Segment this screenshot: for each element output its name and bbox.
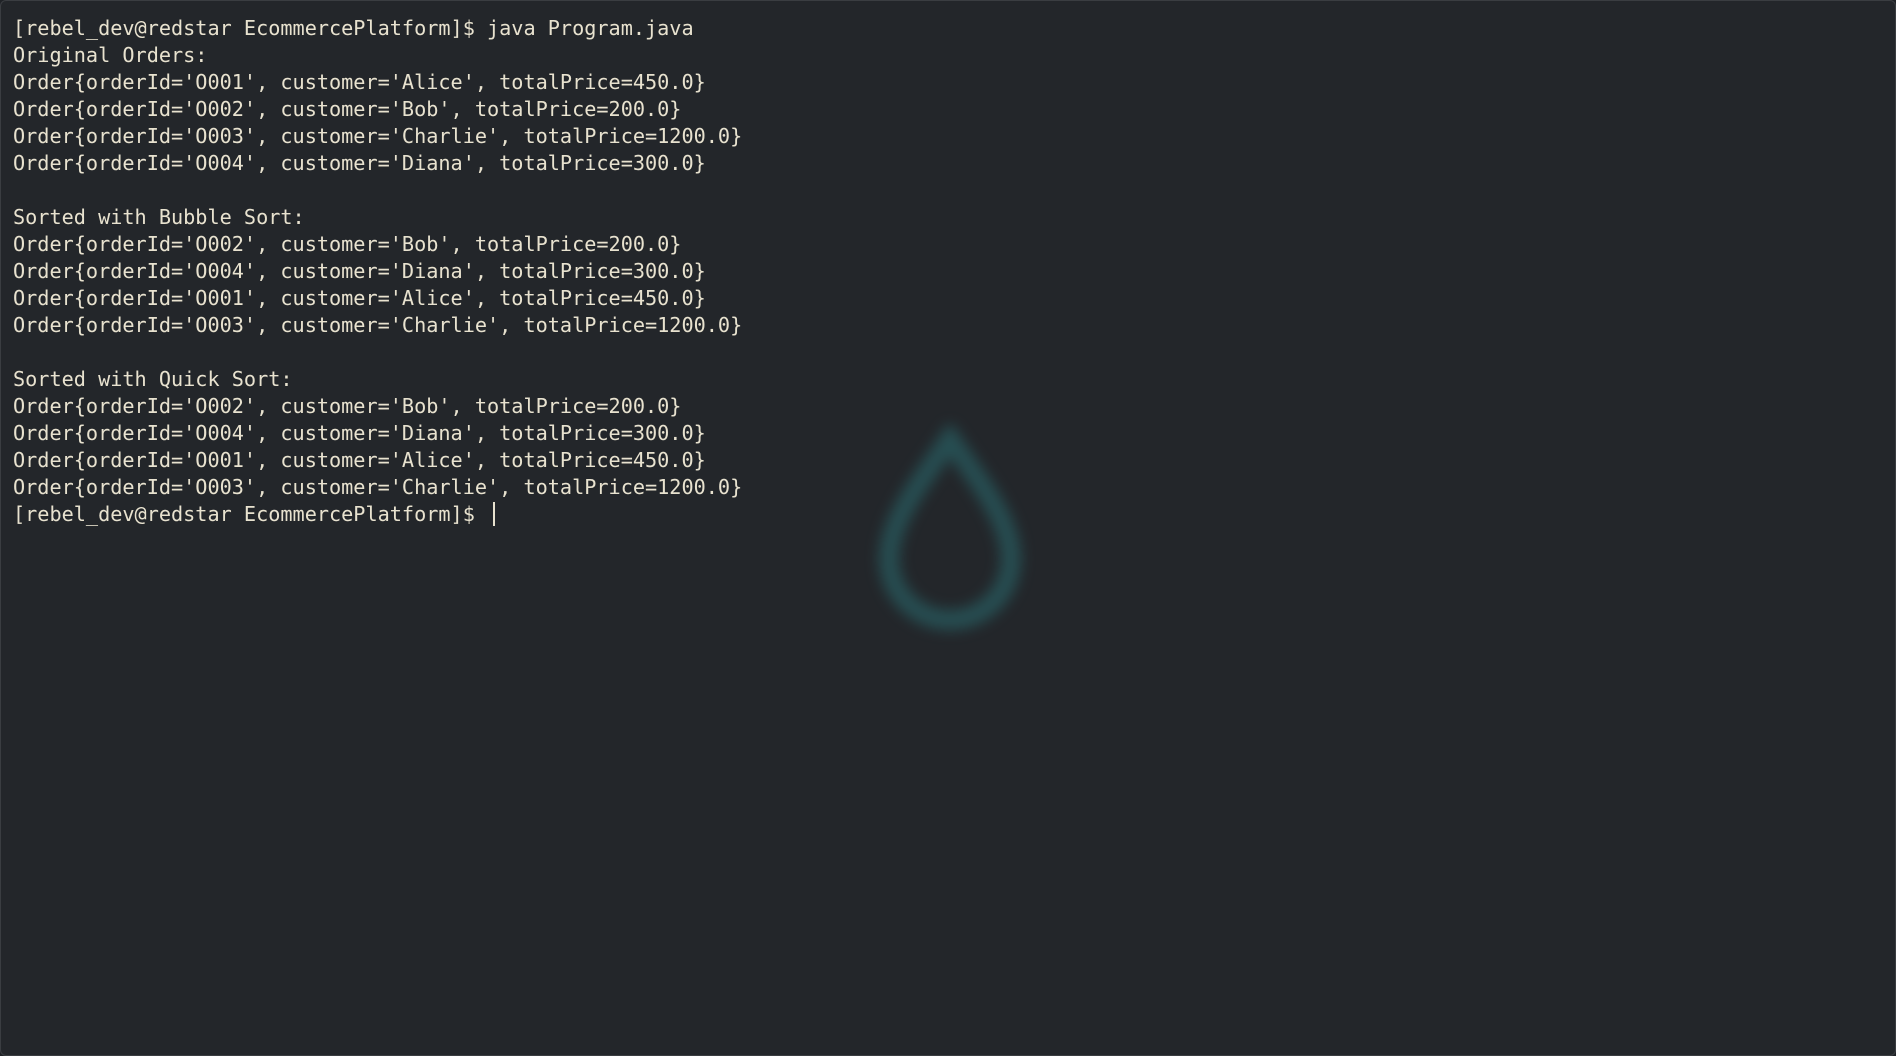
command-line: [rebel_dev@redstar EcommercePlatform]$ j… [13, 16, 694, 40]
terminal-window[interactable]: [rebel_dev@redstar EcommercePlatform]$ j… [0, 0, 1896, 1056]
prompt-line[interactable]: [rebel_dev@redstar EcommercePlatform]$ [13, 501, 1883, 528]
shell-prompt: [rebel_dev@redstar EcommercePlatform]$ [13, 502, 488, 526]
output-line: Order{orderId='O001', customer='Alice', … [13, 448, 706, 472]
section-heading-quick-sort: Sorted with Quick Sort: [13, 367, 293, 391]
output-line: Order{orderId='O002', customer='Bob', to… [13, 394, 682, 418]
output-line: Order{orderId='O003', customer='Charlie'… [13, 124, 743, 148]
output-line: Order{orderId='O001', customer='Alice', … [13, 70, 706, 94]
output-line: Order{orderId='O003', customer='Charlie'… [13, 313, 743, 337]
terminal-output: [rebel_dev@redstar EcommercePlatform]$ j… [13, 15, 1883, 528]
output-line: Order{orderId='O002', customer='Bob', to… [13, 232, 682, 256]
output-line: Order{orderId='O004', customer='Diana', … [13, 259, 706, 283]
output-line: Order{orderId='O001', customer='Alice', … [13, 286, 706, 310]
output-line: Order{orderId='O002', customer='Bob', to… [13, 97, 682, 121]
section-heading-original: Original Orders: [13, 43, 208, 67]
output-line: Order{orderId='O003', customer='Charlie'… [13, 475, 743, 499]
output-line: Order{orderId='O004', customer='Diana', … [13, 421, 706, 445]
text-cursor [493, 502, 496, 526]
output-line: Order{orderId='O004', customer='Diana', … [13, 151, 706, 175]
section-heading-bubble-sort: Sorted with Bubble Sort: [13, 205, 305, 229]
